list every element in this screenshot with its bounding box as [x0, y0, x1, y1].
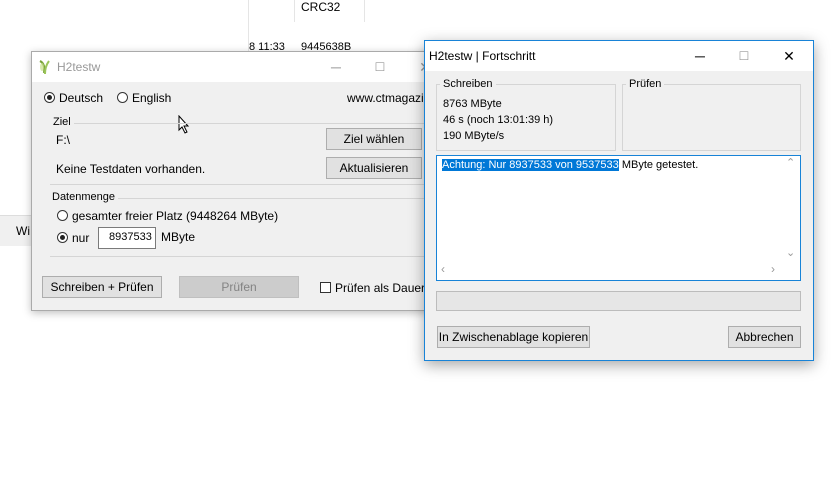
scroll-up-icon[interactable]: ⌃	[786, 156, 795, 169]
pruefen-group-frame	[622, 84, 801, 151]
website-link[interactable]: www.ctmagazin.	[347, 91, 434, 105]
h2testw-progress-window: H2testw | Fortschritt ─ ☐ ✕ Schreiben 87…	[424, 40, 814, 361]
progress-titlebar: H2testw | Fortschritt ─ ☐ ✕	[425, 41, 813, 71]
radio-english[interactable]	[117, 92, 128, 103]
pruefen-group-label: Prüfen	[626, 78, 665, 90]
ziel-group-bottom	[50, 184, 440, 185]
h2testw-main-window: H2testw ─ ☐ ✕ Deutsch English www.ctmaga…	[31, 51, 444, 311]
mouse-cursor-icon	[178, 115, 190, 134]
maximize-icon[interactable]: ☐	[721, 41, 767, 71]
scroll-right-icon[interactable]: ›	[771, 262, 775, 276]
ziel-group-frame	[50, 123, 440, 124]
write-speed: 190 MByte/s	[443, 130, 505, 142]
label-deutsch[interactable]: Deutsch	[59, 91, 103, 105]
minimize-icon[interactable]: ─	[677, 41, 723, 71]
radio-only[interactable]	[57, 232, 68, 243]
radio-deutsch[interactable]	[44, 92, 55, 103]
log-rest-text: MByte getestet.	[618, 159, 699, 171]
main-titlebar: H2testw ─ ☐ ✕	[32, 52, 442, 82]
log-message: Achtung: Nur 8937533 von 9537533 MByte g…	[442, 159, 698, 172]
close-icon[interactable]: ✕	[766, 41, 812, 71]
mbyte-amount-input[interactable]: 8937533	[98, 227, 156, 249]
abbrechen-button[interactable]: Abbrechen	[728, 326, 801, 348]
main-window-title: H2testw	[57, 60, 101, 74]
app-icon	[39, 60, 50, 75]
side-label: Wi	[16, 224, 30, 238]
scroll-down-icon[interactable]: ⌄	[786, 246, 795, 259]
label-only[interactable]: nur	[72, 231, 89, 245]
ziel-path: F:\	[56, 133, 70, 147]
datenmenge-group-label: Datenmenge	[49, 191, 118, 203]
ziel-waehlen-button[interactable]: Ziel wählen	[326, 128, 422, 150]
schreiben-pruefen-button[interactable]: Schreiben + Prüfen	[42, 276, 162, 298]
column-separator	[364, 0, 365, 22]
column-separator	[294, 0, 295, 22]
datenmenge-group-bottom	[50, 256, 440, 257]
label-english[interactable]: English	[132, 91, 171, 105]
pruefen-button[interactable]: Prüfen	[179, 276, 299, 298]
log-textarea[interactable]: Achtung: Nur 8937533 von 9537533 MByte g…	[436, 155, 801, 281]
maximize-icon[interactable]: ☐	[357, 52, 403, 82]
progress-window-title: H2testw | Fortschritt	[429, 49, 536, 63]
minimize-icon[interactable]: ─	[313, 52, 359, 82]
ziel-group-label: Ziel	[50, 116, 74, 128]
status-text: Keine Testdaten vorhanden.	[56, 162, 206, 176]
log-selected-text: Achtung: Nur 8937533 von 9537533	[442, 159, 619, 171]
column-header-crc32[interactable]: CRC32	[301, 0, 340, 14]
dauertest-checkbox[interactable]	[320, 282, 331, 293]
progress-bar	[436, 291, 801, 311]
copy-to-clipboard-button[interactable]: In Zwischenablage kopieren	[437, 326, 590, 348]
write-time: 46 s (noch 13:01:39 h)	[443, 114, 554, 126]
label-mbyte-unit: MByte	[161, 230, 196, 244]
aktualisieren-button[interactable]: Aktualisieren	[326, 157, 422, 179]
write-amount: 8763 MByte	[443, 98, 502, 110]
scroll-left-icon[interactable]: ‹	[441, 262, 445, 276]
label-all-space[interactable]: gesamter freier Platz (9448264 MByte)	[72, 209, 278, 223]
schreiben-group-label: Schreiben	[440, 78, 496, 90]
radio-all-space[interactable]	[57, 210, 68, 221]
